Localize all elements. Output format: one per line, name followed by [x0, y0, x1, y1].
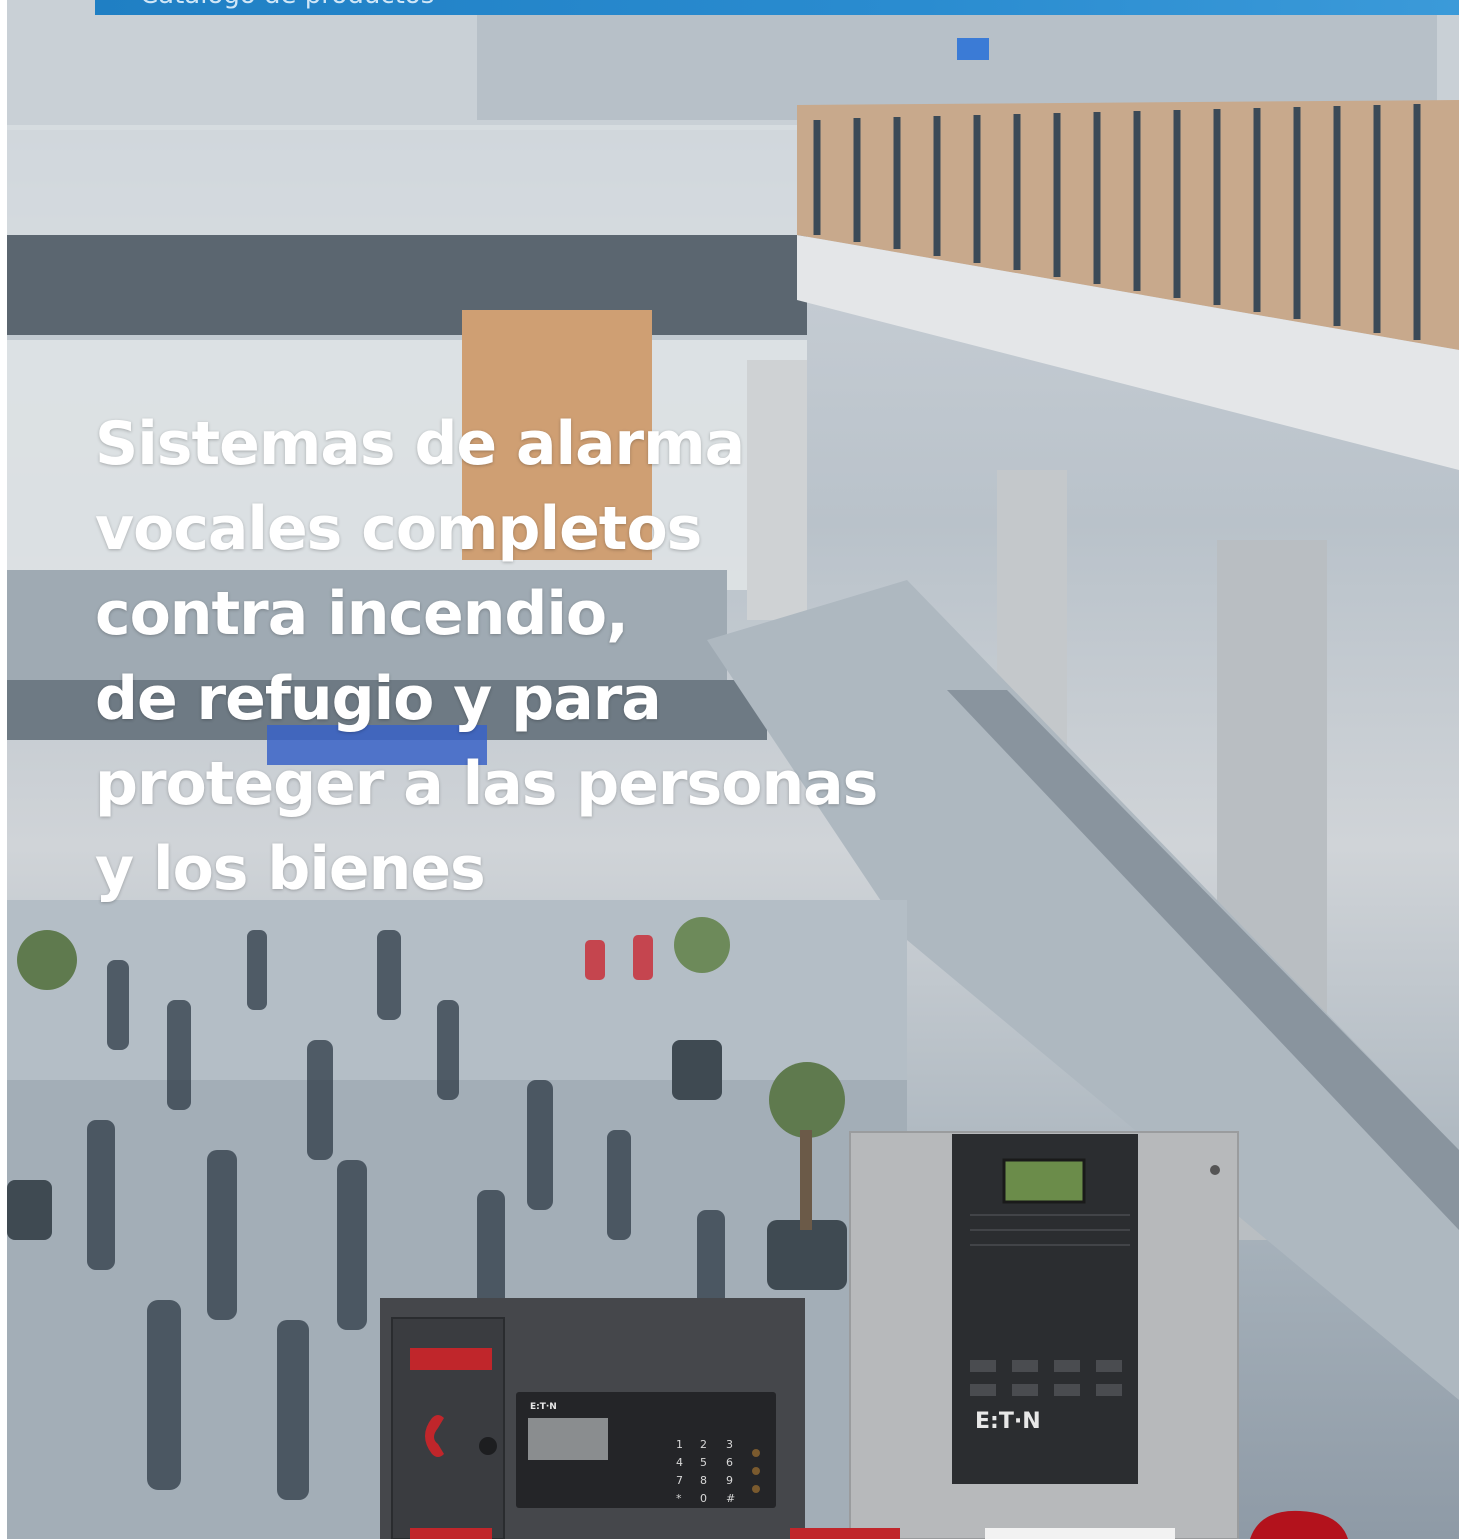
- top-banner: Catálogo de productos: [95, 0, 1459, 15]
- upper-floor-slab-left: [7, 235, 807, 335]
- headline-line: proteger a las personas: [95, 749, 878, 819]
- small-sign: [957, 38, 989, 60]
- headline-line: contra incendio,: [95, 579, 629, 649]
- upper-balcony-left: [7, 125, 807, 235]
- headline-line: vocales completos: [95, 494, 702, 564]
- headline: Sistemas de alarma vocales completos con…: [95, 402, 915, 912]
- headline-line: de refugio y para: [95, 664, 662, 734]
- headline-line: Sistemas de alarma: [95, 409, 745, 479]
- ground-floor-near: [7, 1080, 907, 1539]
- headline-line: y los bienes: [95, 834, 486, 904]
- banner-title: Catálogo de productos: [140, 0, 434, 10]
